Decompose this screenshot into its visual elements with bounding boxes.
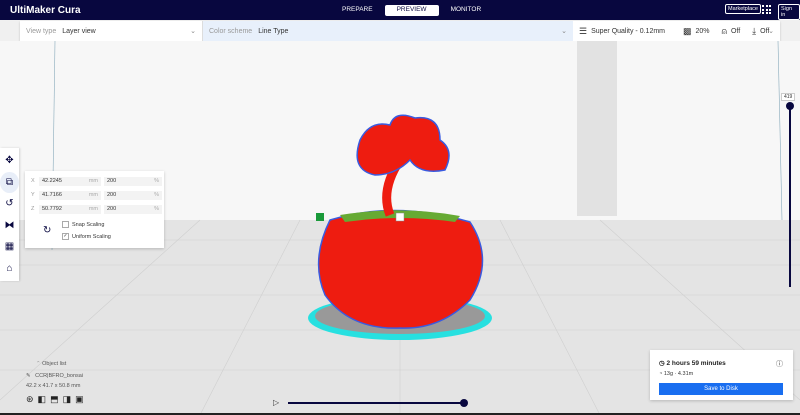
object-name-row: ✎ CCR|BFRO_bonsai <box>26 373 84 379</box>
layer-slider-handle[interactable] <box>786 102 794 110</box>
layer-path-slider[interactable] <box>288 399 468 407</box>
print-settings-button[interactable]: ☰ Super Quality - 0.12mm ▩ 20% ⍝ Off ⤓ O… <box>573 21 780 41</box>
view-type-value: Layer view <box>62 27 96 35</box>
view-type-label: View type <box>26 27 57 35</box>
layer-number[interactable]: 419 <box>781 93 796 101</box>
print-time: 2 hours 59 minutes <box>666 360 726 367</box>
view-type-select[interactable]: View type Layer view ⌄ <box>20 21 203 41</box>
scale-tool-icon[interactable]: ⧉ <box>0 171 19 193</box>
top-bar: UltiMaker Cura PREPARE PREVIEW MONITOR M… <box>0 0 800 20</box>
front-view-icon[interactable]: ◧ <box>38 394 47 405</box>
prime-tower <box>577 41 617 216</box>
print-info-panel: ◷ 2 hours 59 minutes ⓘ ◔ 13g · 4.31m Sav… <box>650 350 793 400</box>
snap-scaling-checkbox[interactable]: Snap Scaling <box>62 221 104 228</box>
support-icon: ⍝ <box>721 25 727 36</box>
app-logo: UltiMaker Cura <box>10 5 81 16</box>
scale-z-percent-input[interactable]: 200% <box>104 204 162 214</box>
infill-value: 20% <box>695 27 710 35</box>
percent-label: % <box>154 178 159 184</box>
object-dimensions: 42.2 x 41.7 x 50.8 mm <box>26 383 81 389</box>
object-list-label: Object list <box>42 361 67 367</box>
uniform-scaling-checkbox[interactable]: ✓ Uniform Scaling <box>62 233 111 240</box>
print-time-row: ◷ 2 hours 59 minutes <box>659 359 726 367</box>
tab-prepare[interactable]: PREPARE <box>330 5 385 16</box>
y-axis-label: Y <box>31 192 35 198</box>
support-value: Off <box>730 27 741 35</box>
top-view-icon[interactable]: ⬒ <box>50 394 59 405</box>
scale-y-value: 41.7166 <box>42 192 62 198</box>
chevron-down-icon: ⌄ <box>768 28 774 35</box>
color-scheme-value: Line Type <box>258 27 289 35</box>
play-button[interactable]: ▷ <box>273 398 279 407</box>
scale-x-mm-input[interactable]: 42.2245 mm <box>39 176 101 186</box>
mirror-tool-icon[interactable]: ⧓ <box>0 215 19 237</box>
apps-grid-icon[interactable] <box>762 5 771 14</box>
camera-views: ⊛ ◧ ⬒ ◨ ▣ <box>26 394 84 405</box>
path-slider-handle[interactable] <box>460 399 468 407</box>
pencil-icon[interactable]: ✎ <box>26 373 32 379</box>
layer-slider[interactable]: 419 <box>781 93 796 287</box>
support-blocker-icon[interactable]: ⌂ <box>0 258 19 280</box>
scale-handle-white <box>395 212 405 222</box>
marketplace-button[interactable]: Marketplace <box>725 4 761 14</box>
info-icon[interactable]: ⓘ <box>776 359 783 369</box>
scale-panel: X 42.2245 mm 200% Y 41.7166 mm 200% Z 50.7… <box>25 171 164 248</box>
model-pot <box>317 209 484 329</box>
material-usage: 13g · 4.31m <box>663 371 694 377</box>
left-view-icon[interactable]: ◨ <box>63 394 72 405</box>
unit-label: mm <box>88 192 98 198</box>
checkbox-box <box>62 221 69 228</box>
rotate-tool-icon[interactable]: ↺ <box>0 193 19 215</box>
scale-y-percent: 200 <box>107 192 117 198</box>
scale-x-value: 42.2245 <box>42 178 62 184</box>
scale-z-mm-input[interactable]: 50.7792 mm <box>39 204 101 214</box>
stage-tabs: PREPARE PREVIEW MONITOR <box>330 5 493 16</box>
scale-x-percent-input[interactable]: 200% <box>104 176 162 186</box>
scale-z-value: 50.7792 <box>42 206 62 212</box>
save-to-disk-button[interactable]: Save to Disk <box>659 383 783 395</box>
chevron-down-icon: ⌄ <box>190 28 196 35</box>
infill-icon: ▩ <box>683 25 692 36</box>
uniform-scaling-label: Uniform Scaling <box>72 233 111 240</box>
object-name: CCR|BFRO_bonsai <box>35 373 84 379</box>
snap-scaling-label: Snap Scaling <box>72 221 105 228</box>
color-scheme-select[interactable]: Color scheme Line Type ⌄ <box>203 21 573 41</box>
3d-view-icon[interactable]: ⊛ <box>26 394 34 405</box>
scale-y-mm-input[interactable]: 41.7166 mm <box>39 190 101 200</box>
check-icon: ✓ <box>62 233 69 240</box>
scale-handle-green <box>316 213 324 221</box>
percent-label: % <box>154 192 159 198</box>
object-info: ⌃ Object list ✎ CCR|BFRO_bonsai 42.2 x 4… <box>26 361 84 405</box>
move-tool-icon[interactable]: ✥ <box>0 150 19 172</box>
right-view-icon[interactable]: ▣ <box>75 394 84 405</box>
view-header: View type Layer view ⌄ Color scheme Line… <box>20 21 780 41</box>
tool-bar: ✥ ⧉ ↺ ⧓ ▦ ⌂ <box>0 148 19 281</box>
settings-sliders-icon: ☰ <box>579 25 588 36</box>
unit-label: mm <box>88 178 98 184</box>
reset-scale-icon[interactable]: ↻ <box>43 225 51 236</box>
profile-label: Super Quality - 0.12mm <box>591 27 665 35</box>
x-axis-label: X <box>31 178 35 184</box>
scale-y-percent-input[interactable]: 200% <box>104 190 162 200</box>
sign-in-button[interactable]: Sign in <box>778 4 800 20</box>
z-axis-label: Z <box>31 206 35 212</box>
material-row: ◔ 13g · 4.31m <box>659 371 693 377</box>
tab-monitor[interactable]: MONITOR <box>439 5 494 16</box>
tab-preview[interactable]: PREVIEW <box>384 5 439 16</box>
color-scheme-label: Color scheme <box>209 27 253 35</box>
adhesion-icon: ⤓ <box>752 25 757 36</box>
unit-label: mm <box>88 206 98 212</box>
object-list-toggle[interactable]: ⌃ Object list <box>36 361 84 367</box>
scale-z-percent: 200 <box>107 206 117 212</box>
per-model-settings-icon[interactable]: ▦ <box>0 236 19 258</box>
percent-label: % <box>154 206 159 212</box>
chevron-down-icon: ⌄ <box>561 28 567 35</box>
scale-x-percent: 200 <box>107 178 117 184</box>
